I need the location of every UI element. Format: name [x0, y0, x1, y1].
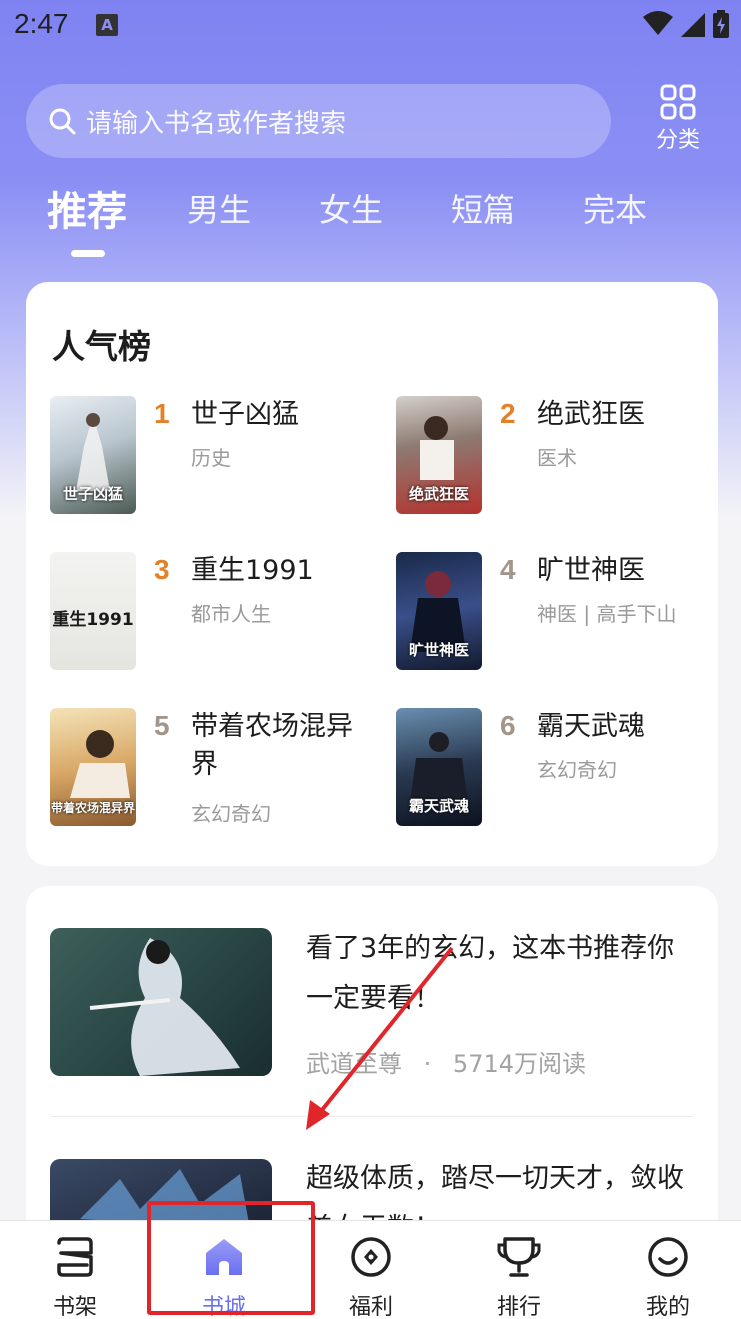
rank-number: 6	[500, 710, 516, 741]
notification-icon: A	[96, 14, 118, 36]
book-cover: 带着农场混异界	[50, 708, 136, 826]
status-time: 2:47	[14, 8, 69, 39]
search-icon	[49, 108, 76, 135]
rank-number: 1	[154, 398, 170, 429]
cover-title: 重生1991	[52, 610, 134, 630]
status-bar: 2:47 A	[0, 0, 741, 52]
search-placeholder: 请输入书名或作者搜索	[86, 108, 347, 139]
ranking-book-item[interactable]: 重生1991 3 重生1991 都市人生	[50, 552, 370, 676]
nav-profile[interactable]: 我的	[608, 1221, 728, 1319]
signal-icon	[681, 13, 705, 37]
book-tag: 都市人生	[191, 602, 271, 626]
tab-recommend[interactable]: 推荐	[47, 179, 127, 237]
feed-book-name: 武道至尊	[306, 1050, 402, 1078]
book-tag: 玄幻奇幻	[537, 758, 617, 782]
rank-number: 4	[500, 554, 516, 585]
nav-ranking[interactable]: 排行	[459, 1221, 579, 1319]
divider	[50, 1116, 694, 1117]
rank-number: 3	[154, 554, 170, 585]
book-cover: 旷世神医	[396, 552, 482, 670]
book-cover: 霸天武魂	[396, 708, 482, 826]
book-tag: 历史	[191, 446, 231, 470]
ranking-book-item[interactable]: 霸天武魂 6 霸天武魂 玄幻奇幻	[396, 708, 716, 832]
tab-short[interactable]: 短篇	[451, 185, 515, 231]
nav-label: 我的	[645, 1295, 690, 1319]
category-label: 分类	[655, 128, 700, 153]
nav-bookshelf[interactable]: 书架	[15, 1221, 135, 1319]
book-title: 绝武狂医	[537, 399, 645, 430]
home-icon	[206, 1239, 242, 1275]
smiley-face-icon	[648, 1237, 688, 1277]
tab-female[interactable]: 女生	[319, 185, 383, 231]
book-title: 旷世神医	[537, 555, 645, 586]
section-title: 人气榜	[52, 327, 151, 366]
book-tag: 医术	[537, 446, 577, 470]
feed-title: 看了3年的玄幻，这本书推荐你一定要看！	[306, 933, 675, 1014]
ranking-book-item[interactable]: 绝武狂医 2 绝武狂医 医术	[396, 396, 716, 520]
tab-complete[interactable]: 完本	[583, 185, 647, 231]
book-title: 重生1991	[191, 555, 314, 586]
book-tag: 玄幻奇幻	[191, 802, 271, 826]
nav-label: 福利	[348, 1295, 393, 1319]
grid-icon	[660, 84, 696, 120]
rank-number: 2	[500, 398, 516, 429]
book-title: 带着农场混异界	[191, 711, 353, 780]
tab-active-indicator	[71, 250, 105, 257]
bookshelf-icon	[57, 1237, 93, 1277]
status-icons	[643, 10, 729, 38]
feed-meta-dot: ·	[423, 1050, 432, 1078]
nav-label: 书城	[201, 1295, 246, 1319]
nav-label: 排行	[496, 1295, 541, 1319]
tab-male[interactable]: 男生	[187, 185, 251, 231]
book-cover: 世子凶猛	[50, 396, 136, 514]
channel-tabs: 推荐 男生 女生 短篇 完本	[0, 185, 741, 255]
bottom-navigation: 书架 书城 福利 排行 我的	[0, 1220, 741, 1319]
cover-title: 世子凶猛	[62, 485, 123, 503]
popular-ranking-card: 人气榜 世子凶猛 1 世子凶猛 历史 绝武狂医 2 绝武狂医 医术 重生1991…	[26, 282, 718, 866]
ranking-book-item[interactable]: 带着农场混异界 5 带着农场混异界 玄幻奇幻	[50, 708, 370, 832]
book-title: 世子凶猛	[191, 399, 299, 430]
cover-title: 带着农场混异界	[50, 801, 135, 815]
ranking-book-item[interactable]: 旷世神医 4 旷世神医 神医 | 高手下山	[396, 552, 716, 676]
ranking-book-item[interactable]: 世子凶猛 1 世子凶猛 历史	[50, 396, 370, 520]
feed-image	[50, 928, 272, 1076]
book-title: 霸天武魂	[537, 711, 645, 742]
cover-title: 旷世神医	[408, 641, 469, 659]
trophy-icon	[497, 1237, 541, 1277]
gift-coin-icon	[351, 1237, 391, 1277]
rank-number: 5	[154, 710, 170, 741]
nav-label: 书架	[52, 1295, 97, 1319]
book-cover: 绝武狂医	[396, 396, 482, 514]
wifi-icon	[643, 11, 673, 35]
feed-read-count: 5714万阅读	[452, 1050, 586, 1078]
book-cover: 重生1991	[50, 552, 136, 670]
cover-title: 绝武狂医	[408, 485, 469, 503]
book-tag: 神医 | 高手下山	[537, 602, 677, 626]
search-input[interactable]: 请输入书名或作者搜索	[26, 84, 611, 158]
nav-benefits[interactable]: 福利	[311, 1221, 431, 1319]
nav-bookstore[interactable]: 书城	[164, 1221, 284, 1319]
battery-icon	[713, 10, 729, 38]
feed-meta: 武道至尊 · 5714万阅读	[306, 1044, 586, 1079]
cover-title: 霸天武魂	[408, 797, 469, 815]
category-button[interactable]: 分类	[646, 84, 710, 160]
